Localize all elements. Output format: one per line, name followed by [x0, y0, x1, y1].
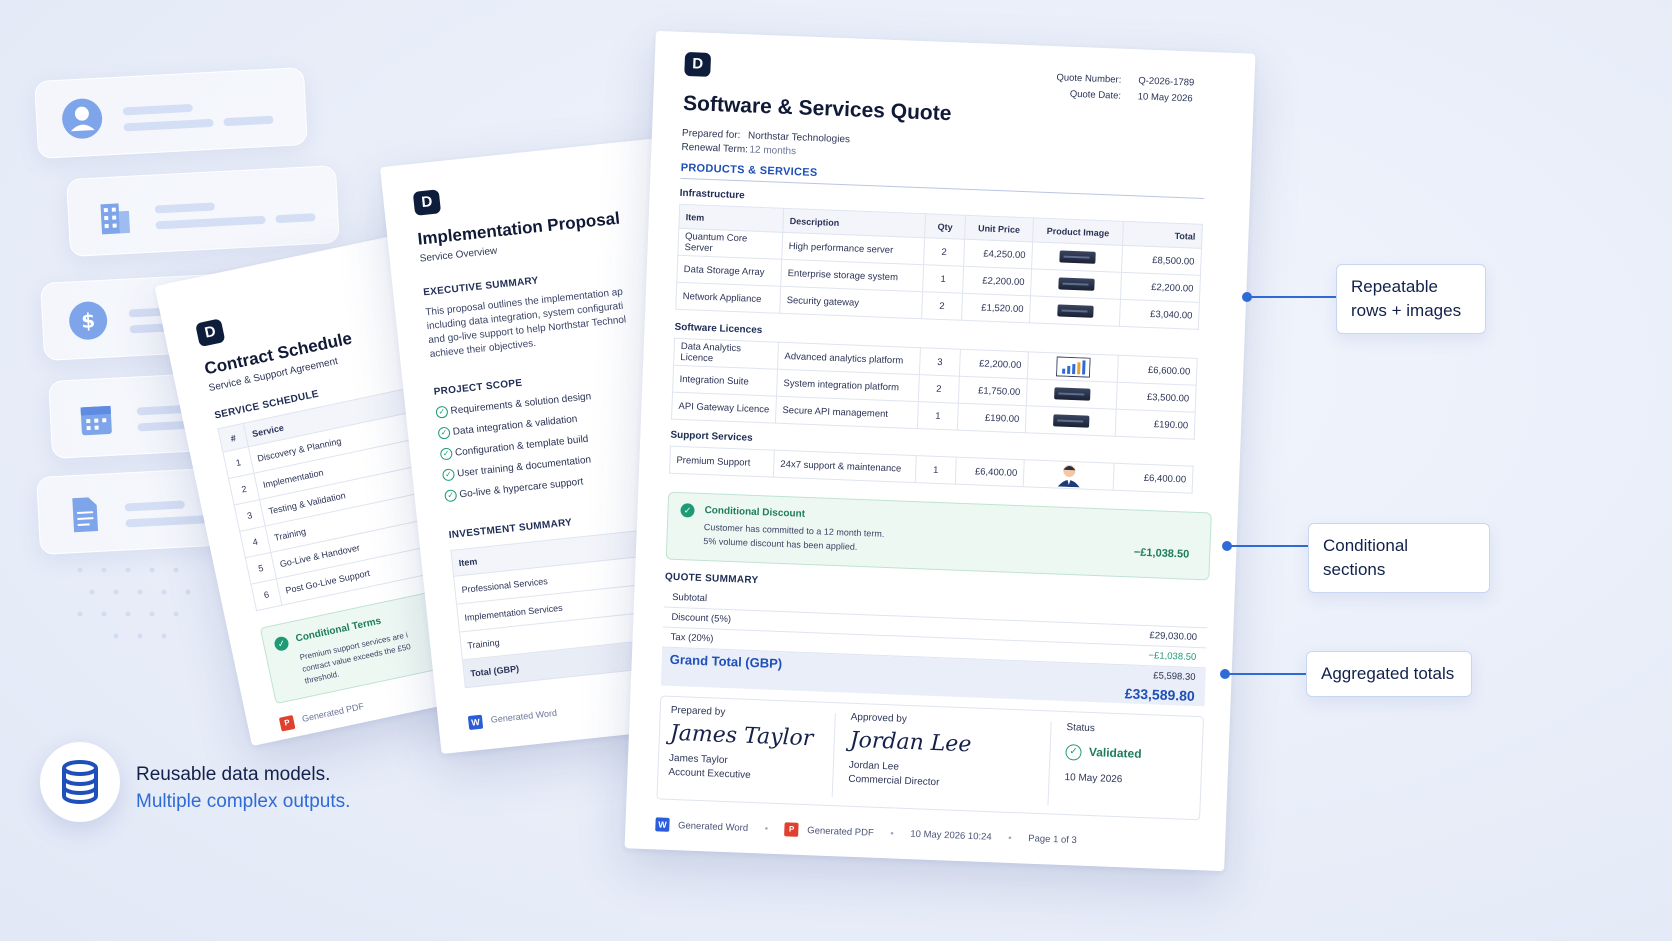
doc-logo: D	[195, 318, 226, 348]
quote-footer: W Generated Word • P Generated PDF • 10 …	[655, 817, 1077, 847]
check-icon: ✓	[273, 635, 290, 653]
network-appliance-image	[1056, 304, 1094, 318]
col-unit: Unit Price	[964, 215, 1034, 242]
grand-total-value: £33,589.80	[1124, 685, 1196, 704]
scope-item: ✓ Go-live & hypercare support	[444, 476, 584, 503]
software-services-quote-document: D Quote Number: Q-2026-1789 Quote Date: …	[624, 30, 1256, 872]
divider	[831, 713, 836, 798]
check-circle-icon: ✓	[1065, 744, 1082, 761]
word-icon: W	[655, 817, 670, 832]
quote-date: 10 May 2026	[1137, 91, 1193, 105]
prepared-for-label: Prepared for:	[681, 127, 741, 142]
dot-pattern	[77, 567, 191, 639]
approved-by-name: Jordan Lee	[848, 759, 900, 773]
database-icon	[62, 760, 98, 804]
exec-summary-heading: EXECUTIVE SUMMARY	[422, 275, 540, 299]
col-qty: Qty	[924, 213, 966, 240]
signature-block: Prepared by James Taylor James Taylor Ac…	[656, 695, 1205, 821]
approved-by-label: Approved by	[850, 711, 908, 725]
callout-aggregated-totals: Aggregated totals	[1306, 651, 1472, 697]
cond-amount: −£1,038.50	[1133, 546, 1190, 561]
conditional-discount-box: ✓ Conditional Discount Customer has comm…	[665, 491, 1212, 581]
status-validated: ✓ Validated	[1065, 744, 1142, 763]
check-icon: ✓	[441, 468, 456, 482]
contract-footer-label: Generated PDF	[301, 701, 365, 725]
database-badge	[40, 742, 120, 822]
api-gateway-image	[1052, 414, 1089, 428]
check-icon: ✓	[435, 405, 449, 419]
quote-number-label: Quote Number:	[1056, 72, 1122, 86]
group-support-services: Support Services	[670, 429, 753, 444]
support-agent-image	[1057, 464, 1080, 488]
divider	[680, 177, 1204, 199]
investment-heading: INVESTMENT SUMMARY	[448, 517, 573, 542]
divider	[1047, 721, 1052, 806]
col-total: Total	[1122, 221, 1203, 249]
footer-pdf-label: Generated PDF	[807, 824, 875, 839]
building-icon	[100, 203, 131, 235]
doc-logo: D	[412, 189, 442, 216]
infrastructure-table: Item Description Qty Unit Price Product …	[675, 204, 1203, 330]
callout-line	[1250, 296, 1340, 298]
renewal-label: Renewal Term:	[681, 141, 749, 156]
check-icon: ✓	[680, 503, 695, 518]
calendar-icon	[80, 405, 112, 436]
check-icon: ✓	[444, 489, 458, 503]
quote-number: Q-2026-1789	[1138, 75, 1195, 89]
prepared-by-signature: James Taylor	[669, 720, 814, 752]
callout-line	[1228, 673, 1310, 675]
group-infrastructure: Infrastructure	[679, 187, 745, 202]
project-scope-heading: PROJECT SCOPE	[433, 377, 523, 398]
server-image	[1058, 250, 1096, 264]
tagline-line-2: Multiple complex outputs.	[136, 791, 351, 812]
software-table: Data Analytics Licence Advanced analytics…	[671, 338, 1198, 440]
source-card-company	[66, 164, 340, 258]
quote-summary-heading: QUOTE SUMMARY	[664, 571, 759, 587]
analytics-chart-image	[1055, 356, 1091, 378]
callout-line	[1230, 545, 1312, 547]
proposal-footer: W Generated Word	[467, 707, 558, 731]
check-icon: ✓	[439, 447, 453, 461]
approved-by-signature: Jordan Lee	[849, 727, 972, 758]
table-row: Premium Support 24x7 support & maintenanc…	[669, 446, 1194, 494]
renewal-value: 12 months	[749, 144, 797, 158]
prepared-by-role: Account Executive	[668, 766, 751, 781]
tagline-line-1: Reusable data models.	[136, 764, 331, 785]
check-icon: ✓	[437, 426, 451, 440]
integration-image	[1053, 387, 1091, 401]
proposal-footer-label: Generated Word	[490, 708, 558, 726]
prepared-for: Northstar Technologies	[747, 130, 851, 146]
col-image: Product Image	[1032, 217, 1124, 246]
summary-table: Subtotal Discount (5%) £29,030.00 Tax (2…	[660, 587, 1209, 707]
pdf-icon: P	[278, 714, 296, 732]
footer-timestamp: 10 May 2026 10:24	[910, 828, 992, 843]
prepared-by-name: James Taylor	[668, 752, 728, 767]
group-software-licences: Software Licences	[674, 321, 763, 337]
cond-discount-title: Conditional Discount	[704, 505, 806, 520]
user-icon	[62, 98, 103, 139]
storage-image	[1057, 277, 1095, 291]
quote-date-label: Quote Date:	[1069, 88, 1122, 102]
footer-page: Page 1 of 3	[1028, 833, 1078, 847]
products-heading: PRODUCTS & SERVICES	[680, 161, 818, 180]
doc-logo: D	[684, 51, 712, 77]
source-card-user	[34, 66, 308, 160]
proposal-title: Implementation Proposal	[416, 208, 621, 249]
status-label: Status	[1066, 722, 1096, 735]
svg-text:$: $	[81, 308, 96, 333]
footer-word-label: Generated Word	[677, 819, 749, 834]
contract-footer: P Generated PDF	[278, 700, 366, 732]
document-icon	[72, 497, 99, 533]
dollar-icon: $	[69, 301, 108, 340]
quote-title: Software & Services Quote	[682, 91, 952, 126]
pdf-icon: P	[784, 822, 799, 837]
status-date: 10 May 2026	[1064, 772, 1123, 786]
prepared-by-label: Prepared by	[670, 704, 726, 718]
support-table: Premium Support 24x7 support & maintenanc…	[669, 446, 1194, 494]
cond-line-2: 5% volume discount has been applied.	[703, 535, 858, 552]
callout-repeatable-rows: Repeatable rows + images	[1336, 264, 1486, 334]
word-icon: W	[467, 714, 484, 731]
approved-by-role: Commercial Director	[848, 773, 940, 789]
callout-conditional-sections: Conditional sections	[1308, 523, 1490, 593]
